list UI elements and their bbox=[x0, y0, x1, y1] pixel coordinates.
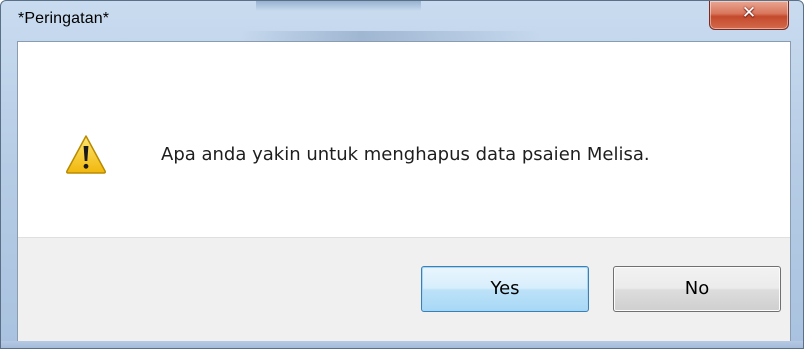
window-title: *Peringatan* bbox=[18, 10, 110, 27]
dialog-window: *Peringatan* ✕ Apa anda yakin untuk meng… bbox=[0, 0, 804, 349]
close-icon: ✕ bbox=[741, 3, 757, 23]
yes-button[interactable]: Yes bbox=[421, 266, 589, 312]
dialog-message: Apa anda yakin untuk menghapus data psai… bbox=[161, 144, 650, 165]
no-button[interactable]: No bbox=[613, 266, 781, 312]
warning-icon bbox=[65, 135, 107, 174]
dialog-client-area: Apa anda yakin untuk menghapus data psai… bbox=[17, 41, 791, 343]
title-bar[interactable]: *Peringatan* bbox=[1, 1, 803, 41]
window-frame-bottom bbox=[1, 341, 803, 348]
button-bar: Yes No bbox=[18, 237, 790, 343]
message-area: Apa anda yakin untuk menghapus data psai… bbox=[18, 42, 790, 237]
close-button[interactable]: ✕ bbox=[709, 1, 789, 30]
